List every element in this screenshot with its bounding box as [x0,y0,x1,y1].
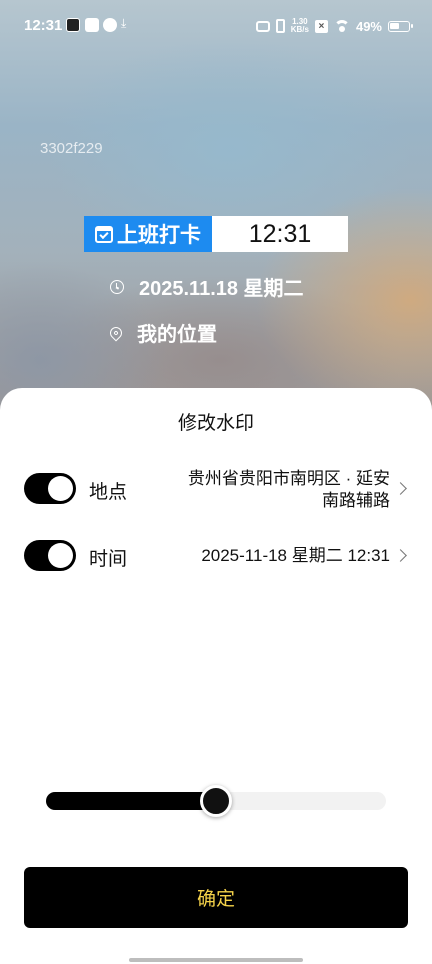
status-time: 12:31 [24,17,63,34]
wifi-icon [333,20,350,32]
clock-icon [110,279,124,294]
slider-thumb[interactable] [200,785,232,817]
download-icon: ⤓ [121,16,127,30]
sheet-title: 修改水印 [177,413,254,434]
time-value[interactable]: 2025-11-18 星期二 12:31 [201,545,390,567]
home-indicator[interactable] [129,958,303,962]
time-toggle[interactable] [24,540,76,571]
watermark-punch: 上班打卡 12:31 [84,216,348,252]
toggle-knob [48,476,73,501]
confirm-button[interactable]: 确定 [24,867,408,928]
toggle-knob [48,543,73,568]
opacity-slider[interactable] [46,785,386,817]
setting-row-location: 地点 贵州省贵阳市南明区 · 延安 南路辅路 [24,468,408,512]
chevron-right-icon[interactable] [394,549,407,562]
status-bar: 12:31 ⤓ 1.30 KB/s × 49% [0,0,432,52]
status-icons: 1.30 KB/s × 49% [255,17,413,35]
edit-watermark-sheet: 修改水印 地点 贵州省贵阳市南明区 · 延安 南路辅路 时间 2025-11-1… [0,388,432,964]
battery-icon [388,20,413,32]
camera-icon [255,20,270,32]
punch-label-box: 上班打卡 [84,216,212,252]
location-value-line1: 贵州省贵阳市南明区 · 延安 [187,469,390,488]
time-label: 时间 [89,549,128,570]
chevron-right-icon[interactable] [394,482,407,495]
setting-row-time: 时间 2025-11-18 星期二 12:31 [24,537,408,577]
watermark-date: 2025.11.18 星期二 [139,278,304,300]
sim-icon: × [314,19,328,33]
slider-fill [46,792,216,810]
camera-preview [0,0,432,420]
battery-percent: 49% [355,18,382,34]
check-icon [103,18,117,32]
location-toggle[interactable] [24,473,76,504]
vibrate-icon [275,19,285,33]
watermark-location: 我的位置 [137,324,217,346]
location-value-line2: 南路辅路 [322,491,390,510]
device-code: 3302f229 [40,140,103,157]
watermark-location-row: 我的位置 [107,318,217,347]
punch-label: 上班打卡 [117,224,201,247]
app-notification-icon [66,18,80,32]
calendar-check-icon [95,225,113,243]
punch-time: 12:31 [212,216,348,252]
watermark-date-row: 2025.11.18 星期二 [110,272,304,301]
message-icon [85,18,99,32]
net-speed: 1.30 KB/s [291,18,309,34]
location-value[interactable]: 贵州省贵阳市南明区 · 延安 南路辅路 [188,468,390,512]
location-pin-icon [107,324,125,341]
net-speed-unit: KB/s [290,25,309,34]
location-label: 地点 [89,482,128,503]
camera-screen: 12:31 ⤓ 1.30 KB/s × 49% 3302f229 上班打卡 12… [0,0,432,964]
